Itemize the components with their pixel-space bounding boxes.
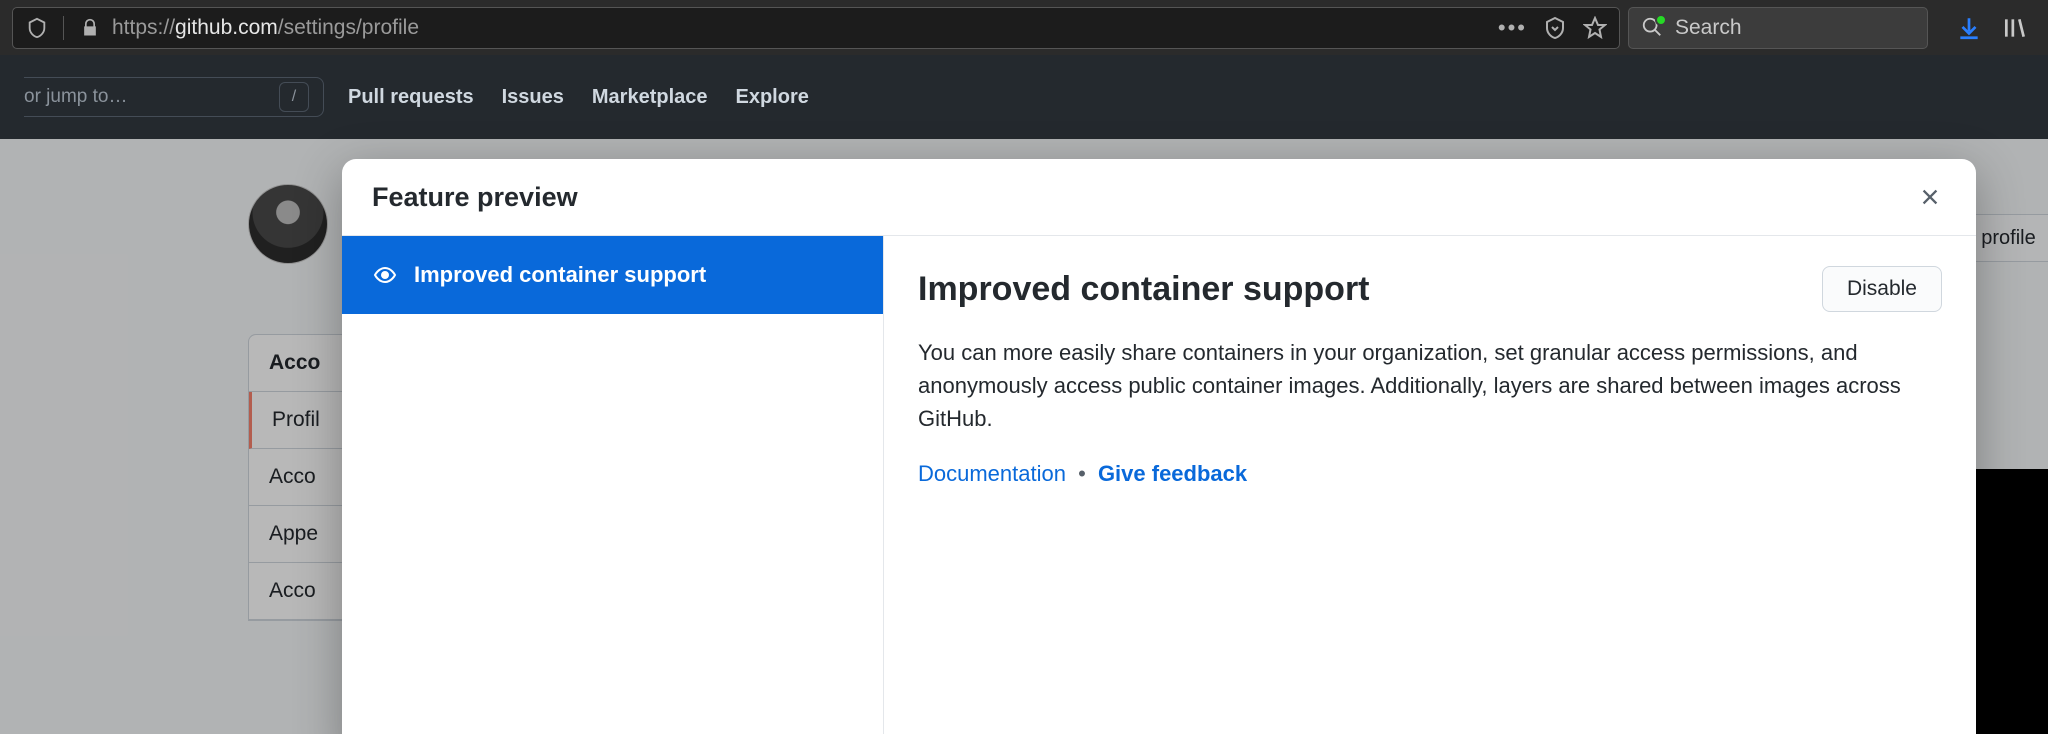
- modal-header: Feature preview: [342, 159, 1976, 236]
- library-icon[interactable]: [2002, 15, 2028, 41]
- disable-button[interactable]: Disable: [1822, 266, 1942, 312]
- feature-links: Documentation • Give feedback: [918, 461, 1942, 487]
- search-icon: [1641, 16, 1665, 40]
- lock-icon: [78, 16, 102, 40]
- modal-title: Feature preview: [372, 182, 578, 213]
- browser-right-icons: [1936, 15, 2036, 41]
- jump-to-search[interactable]: or jump to… /: [24, 77, 324, 117]
- github-header: or jump to… / Pull requests Issues Marke…: [0, 55, 2048, 139]
- addr-right-icons: •••: [1498, 15, 1607, 41]
- close-icon: [1919, 186, 1941, 208]
- feature-item-improved-container-support[interactable]: Improved container support: [342, 236, 883, 314]
- url-scheme: https://: [112, 16, 175, 39]
- slash-key-hint: /: [279, 82, 309, 112]
- feature-heading: Improved container support: [918, 270, 1370, 309]
- url-host: github.com: [175, 16, 278, 39]
- separator: [63, 16, 64, 40]
- url-text: https://github.com/settings/profile: [112, 16, 1488, 40]
- feature-preview-modal: Feature preview Improved container suppo…: [342, 159, 1976, 734]
- browser-search-box[interactable]: Search: [1628, 7, 1928, 49]
- url-bar[interactable]: https://github.com/settings/profile •••: [12, 7, 1620, 49]
- documentation-link[interactable]: Documentation: [918, 461, 1066, 486]
- modal-sidebar: Improved container support: [342, 236, 884, 734]
- feature-heading-row: Improved container support Disable: [918, 266, 1942, 312]
- pocket-icon[interactable]: [1543, 16, 1567, 40]
- close-button[interactable]: [1914, 181, 1946, 213]
- shield-icon: [25, 16, 49, 40]
- nav-pull-requests[interactable]: Pull requests: [348, 86, 474, 109]
- page-actions-icon[interactable]: •••: [1498, 15, 1527, 41]
- browser-address-bar: https://github.com/settings/profile ••• …: [0, 0, 2048, 55]
- feature-description: You can more easily share containers in …: [918, 336, 1918, 435]
- search-badge-icon: [1655, 14, 1667, 26]
- search-placeholder: Search: [1675, 16, 1742, 40]
- page-content: Acco Profil Acco Appe Acco profile Featu…: [0, 139, 2048, 734]
- bookmark-star-icon[interactable]: [1583, 16, 1607, 40]
- feature-item-label: Improved container support: [414, 262, 706, 288]
- modal-body: Improved container support Improved cont…: [342, 236, 1976, 734]
- url-path: /settings/profile: [278, 16, 419, 39]
- downloads-icon[interactable]: [1956, 15, 1982, 41]
- modal-main: Improved container support Disable You c…: [884, 236, 1976, 734]
- give-feedback-link[interactable]: Give feedback: [1098, 461, 1247, 486]
- jump-placeholder: or jump to…: [24, 86, 127, 108]
- nav-marketplace[interactable]: Marketplace: [592, 86, 708, 109]
- nav-explore[interactable]: Explore: [736, 86, 809, 109]
- link-separator: •: [1078, 461, 1086, 486]
- github-nav: Pull requests Issues Marketplace Explore: [348, 86, 809, 109]
- nav-issues[interactable]: Issues: [502, 86, 564, 109]
- eye-icon: [372, 262, 398, 288]
